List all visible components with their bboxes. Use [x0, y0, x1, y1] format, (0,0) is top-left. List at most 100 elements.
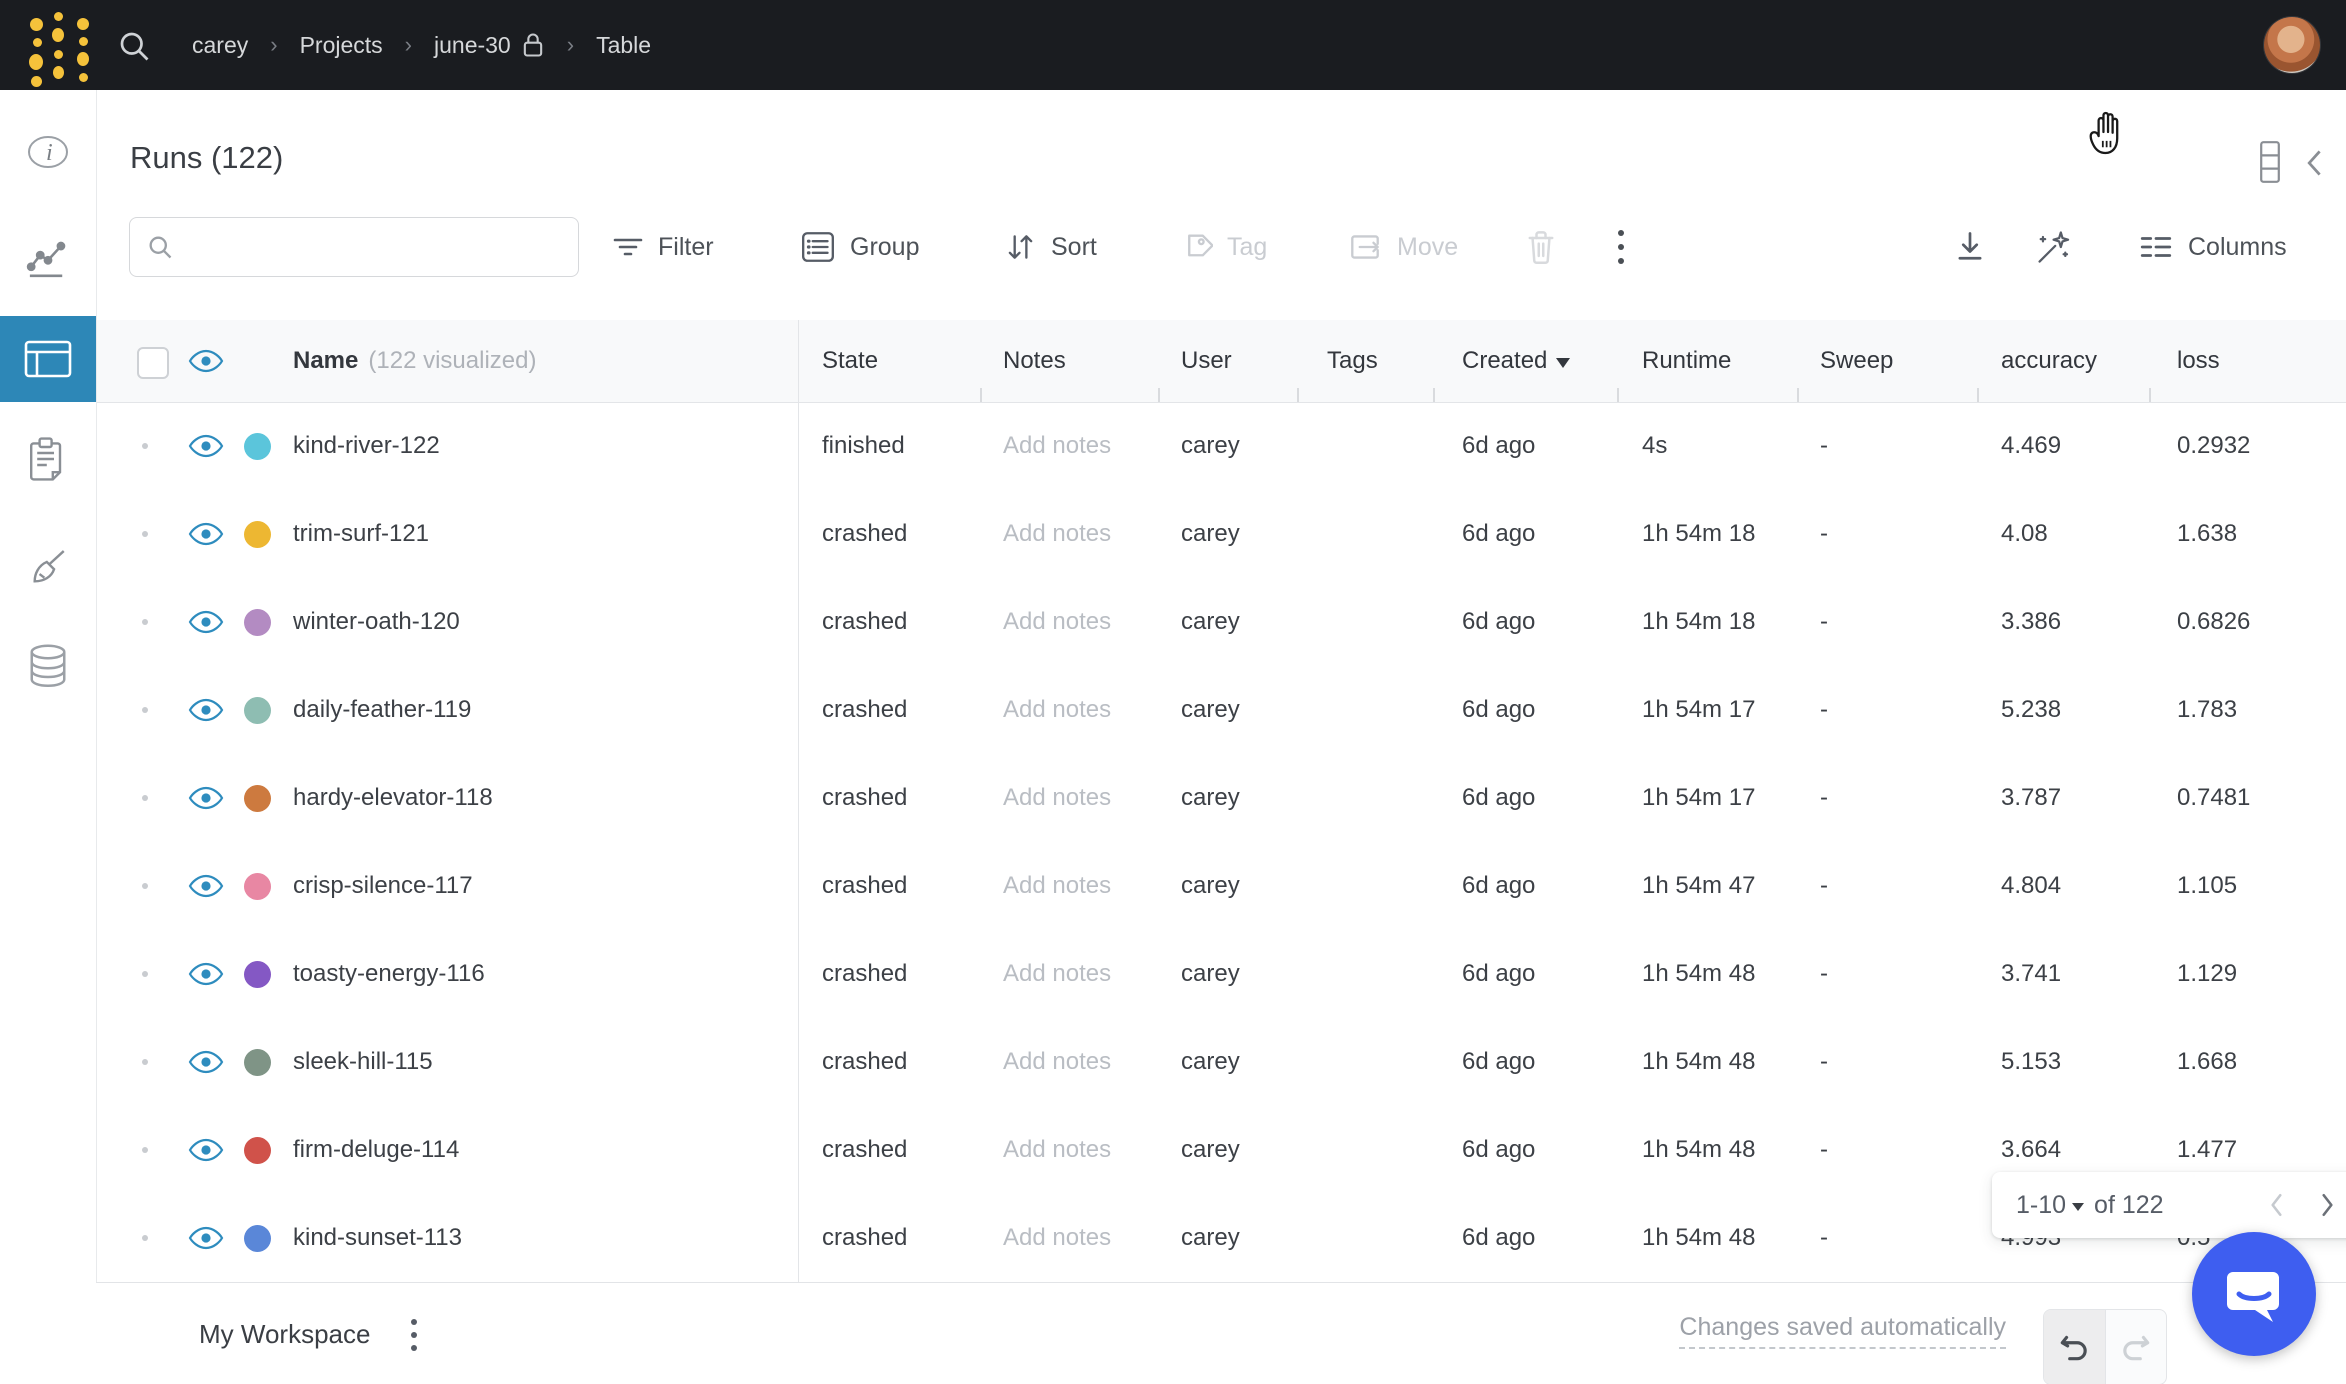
column-header-tags[interactable]: Tags: [1327, 320, 1378, 402]
sweeps-broom-icon[interactable]: [0, 545, 96, 591]
run-user[interactable]: carey: [1181, 578, 1240, 666]
row-drag-handle[interactable]: [142, 490, 148, 578]
row-visibility-eye-icon[interactable]: [188, 490, 224, 578]
table-row[interactable]: trim-surf-121 crashed Add notes carey 6d…: [96, 490, 2346, 578]
row-drag-handle[interactable]: [142, 578, 148, 666]
row-drag-handle[interactable]: [142, 754, 148, 842]
column-header-accuracy[interactable]: accuracy: [2001, 320, 2097, 402]
overview-info-icon[interactable]: i: [0, 130, 96, 174]
table-row[interactable]: kind-river-122 finished Add notes carey …: [96, 402, 2346, 490]
run-name-link[interactable]: trim-surf-121: [293, 490, 429, 578]
prev-page-chevron-icon[interactable]: [2266, 1192, 2288, 1218]
export-download-button[interactable]: [1952, 216, 1988, 278]
select-all-checkbox[interactable]: [137, 347, 169, 379]
row-visibility-eye-icon[interactable]: [188, 1106, 224, 1194]
row-visibility-eye-icon[interactable]: [188, 578, 224, 666]
row-visibility-eye-icon[interactable]: [188, 1194, 224, 1282]
pagination-range-dropdown[interactable]: 1-10: [2016, 1191, 2066, 1220]
row-drag-handle[interactable]: [142, 1194, 148, 1282]
add-notes-placeholder[interactable]: Add notes: [1003, 842, 1111, 930]
add-notes-placeholder[interactable]: Add notes: [1003, 1194, 1111, 1282]
row-drag-handle[interactable]: [142, 842, 148, 930]
run-user[interactable]: carey: [1181, 666, 1240, 754]
run-user[interactable]: carey: [1181, 930, 1240, 1018]
add-notes-placeholder[interactable]: Add notes: [1003, 666, 1111, 754]
run-user[interactable]: carey: [1181, 754, 1240, 842]
run-user[interactable]: carey: [1181, 490, 1240, 578]
breadcrumb-view[interactable]: Table: [596, 32, 651, 59]
search-input[interactable]: [186, 226, 578, 268]
run-name-link[interactable]: firm-deluge-114: [293, 1106, 459, 1194]
row-visibility-eye-icon[interactable]: [188, 666, 224, 754]
run-name-link[interactable]: crisp-silence-117: [293, 842, 473, 930]
column-header-sweep[interactable]: Sweep: [1820, 320, 1893, 402]
add-notes-placeholder[interactable]: Add notes: [1003, 1106, 1111, 1194]
add-notes-placeholder[interactable]: Add notes: [1003, 490, 1111, 578]
column-header-name[interactable]: Name(122 visualized): [293, 320, 536, 402]
row-visibility-eye-icon[interactable]: [188, 930, 224, 1018]
row-drag-handle[interactable]: [142, 666, 148, 754]
row-drag-handle[interactable]: [142, 402, 148, 490]
workspace-menu-kebab-icon[interactable]: [411, 1319, 417, 1351]
table-row[interactable]: crisp-silence-117 crashed Add notes care…: [96, 842, 2346, 930]
chat-support-button[interactable]: [2192, 1232, 2316, 1356]
run-user[interactable]: carey: [1181, 1106, 1240, 1194]
panel-layout-icon[interactable]: [2257, 140, 2283, 184]
charts-icon[interactable]: [0, 238, 96, 280]
run-user[interactable]: carey: [1181, 1018, 1240, 1106]
run-user[interactable]: carey: [1181, 1194, 1240, 1282]
column-header-runtime[interactable]: Runtime: [1642, 320, 1731, 402]
row-drag-handle[interactable]: [142, 930, 148, 1018]
add-notes-placeholder[interactable]: Add notes: [1003, 1018, 1111, 1106]
add-notes-placeholder[interactable]: Add notes: [1003, 402, 1111, 490]
table-row[interactable]: sleek-hill-115 crashed Add notes carey 6…: [96, 1018, 2346, 1106]
user-avatar[interactable]: [2264, 17, 2320, 73]
breadcrumb-entity[interactable]: carey: [192, 32, 248, 59]
toggle-all-visibility-eye-icon[interactable]: [188, 320, 224, 402]
run-name-link[interactable]: kind-river-122: [293, 402, 440, 490]
column-header-created[interactable]: Created: [1462, 320, 1570, 402]
artifacts-database-icon[interactable]: [0, 642, 96, 692]
undo-button[interactable]: [2044, 1310, 2106, 1384]
column-header-notes[interactable]: Notes: [1003, 320, 1066, 402]
table-row[interactable]: toasty-energy-116 crashed Add notes care…: [96, 930, 2346, 1018]
add-notes-placeholder[interactable]: Add notes: [1003, 930, 1111, 1018]
magic-wand-button[interactable]: [2034, 216, 2072, 278]
wandb-logo[interactable]: [28, 10, 94, 80]
table-row[interactable]: winter-oath-120 crashed Add notes carey …: [96, 578, 2346, 666]
filter-button[interactable]: Filter: [612, 216, 714, 278]
row-drag-handle[interactable]: [142, 1106, 148, 1194]
run-name-link[interactable]: toasty-energy-116: [293, 930, 485, 1018]
column-header-user[interactable]: User: [1181, 320, 1232, 402]
table-row[interactable]: daily-feather-119 crashed Add notes care…: [96, 666, 2346, 754]
run-name-link[interactable]: daily-feather-119: [293, 666, 471, 754]
more-actions-button[interactable]: [1618, 216, 1624, 278]
run-name-link[interactable]: winter-oath-120: [293, 578, 460, 666]
sidebar-item-runs-table[interactable]: [0, 316, 96, 402]
run-user[interactable]: carey: [1181, 842, 1240, 930]
sort-button[interactable]: Sort: [1003, 216, 1097, 278]
global-search-icon[interactable]: [116, 28, 152, 69]
run-name-link[interactable]: hardy-elevator-118: [293, 754, 493, 842]
run-name-link[interactable]: kind-sunset-113: [293, 1194, 462, 1282]
breadcrumb-project[interactable]: june-30: [434, 32, 511, 59]
columns-button[interactable]: Columns: [2138, 216, 2287, 278]
workspace-name[interactable]: My Workspace: [199, 1283, 370, 1384]
table-row[interactable]: hardy-elevator-118 crashed Add notes car…: [96, 754, 2346, 842]
next-page-chevron-icon[interactable]: [2316, 1192, 2338, 1218]
column-header-state[interactable]: State: [822, 320, 878, 402]
row-drag-handle[interactable]: [142, 1018, 148, 1106]
row-visibility-eye-icon[interactable]: [188, 1018, 224, 1106]
group-button[interactable]: Group: [800, 216, 919, 278]
run-user[interactable]: carey: [1181, 402, 1240, 490]
breadcrumb-projects[interactable]: Projects: [300, 32, 383, 59]
logs-clipboard-icon[interactable]: [0, 435, 96, 483]
row-visibility-eye-icon[interactable]: [188, 754, 224, 842]
add-notes-placeholder[interactable]: Add notes: [1003, 578, 1111, 666]
row-visibility-eye-icon[interactable]: [188, 402, 224, 490]
run-name-link[interactable]: sleek-hill-115: [293, 1018, 433, 1106]
column-header-loss[interactable]: loss: [2177, 320, 2220, 402]
add-notes-placeholder[interactable]: Add notes: [1003, 754, 1111, 842]
collapse-panel-chevron-icon[interactable]: [2303, 148, 2327, 178]
row-visibility-eye-icon[interactable]: [188, 842, 224, 930]
